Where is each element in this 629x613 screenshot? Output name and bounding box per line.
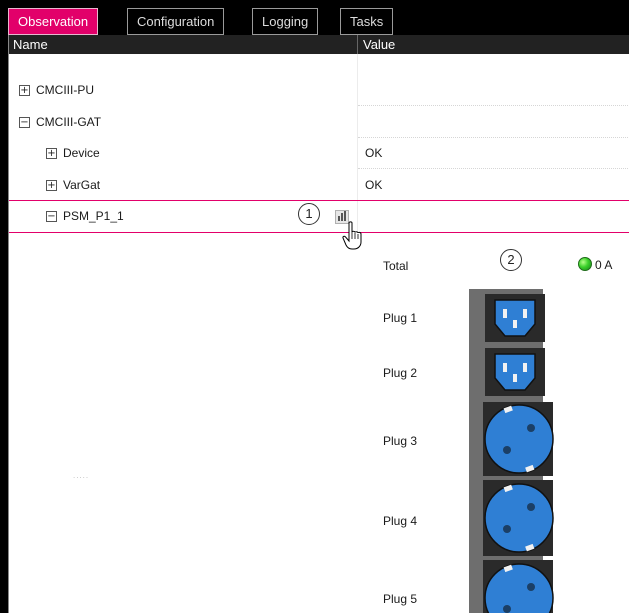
expand-icon[interactable]: + [19, 85, 30, 96]
placeholder-dots: ..... [73, 471, 90, 480]
schuko-outlet-icon[interactable] [481, 480, 557, 556]
callout-1: 1 [298, 203, 320, 225]
column-header: Name Value [9, 35, 629, 54]
plug-label: Plug 5 [383, 592, 418, 606]
c13-outlet-icon[interactable] [485, 348, 545, 396]
total-current-value: 0 A [595, 258, 613, 272]
tree-item-value: OK [365, 178, 383, 192]
column-name-header[interactable]: Name [13, 35, 48, 54]
hand-cursor-icon [342, 221, 362, 250]
status-led-icon [578, 257, 592, 271]
tab-logging[interactable]: Logging [252, 8, 319, 35]
expand-icon[interactable]: + [46, 180, 57, 191]
tab-bar: Observation Configuration Logging Tasks [0, 0, 629, 40]
schuko-outlet-icon[interactable] [481, 560, 557, 613]
plug-label: Plug 3 [383, 434, 418, 448]
tree-item-label[interactable]: CMCIII-PU [36, 75, 94, 106]
column-separator[interactable] [357, 35, 358, 54]
plug-label: Plug 1 [383, 311, 418, 325]
row-divider [358, 105, 629, 106]
plug-label: Plug 2 [383, 366, 418, 380]
tab-tasks[interactable]: Tasks [340, 8, 394, 35]
tab-configuration[interactable]: Configuration [127, 8, 225, 35]
schuko-outlet-icon[interactable] [481, 402, 557, 476]
tree-item-label[interactable]: VarGat [63, 170, 100, 201]
tree-item-label[interactable]: PSM_P1_1 [63, 201, 124, 232]
tree-item-label[interactable]: CMCIII-GAT [36, 107, 101, 138]
tree-item-value: OK [365, 146, 383, 160]
total-label: Total [383, 259, 409, 273]
tab-observation[interactable]: Observation [8, 8, 99, 35]
row-divider [358, 168, 629, 169]
c13-outlet-icon[interactable] [485, 294, 545, 342]
callout-2: 2 [500, 249, 522, 271]
tree-row-device[interactable]: + Device OK [9, 138, 629, 169]
collapse-icon[interactable]: − [19, 117, 30, 128]
column-value-header[interactable]: Value [363, 35, 395, 54]
tree-row-vargat[interactable]: + VarGat OK [9, 170, 629, 201]
collapse-icon[interactable]: − [46, 211, 57, 222]
tree-row-cmciii-gat[interactable]: − CMCIII-GAT [9, 107, 629, 138]
selection-bottom-border [9, 232, 629, 233]
plug-label: Plug 4 [383, 514, 418, 528]
tree-item-label[interactable]: Device [63, 138, 100, 169]
expand-icon[interactable]: + [46, 148, 57, 159]
tree-row-cmciii-pu[interactable]: + CMCIII-PU [9, 75, 629, 106]
